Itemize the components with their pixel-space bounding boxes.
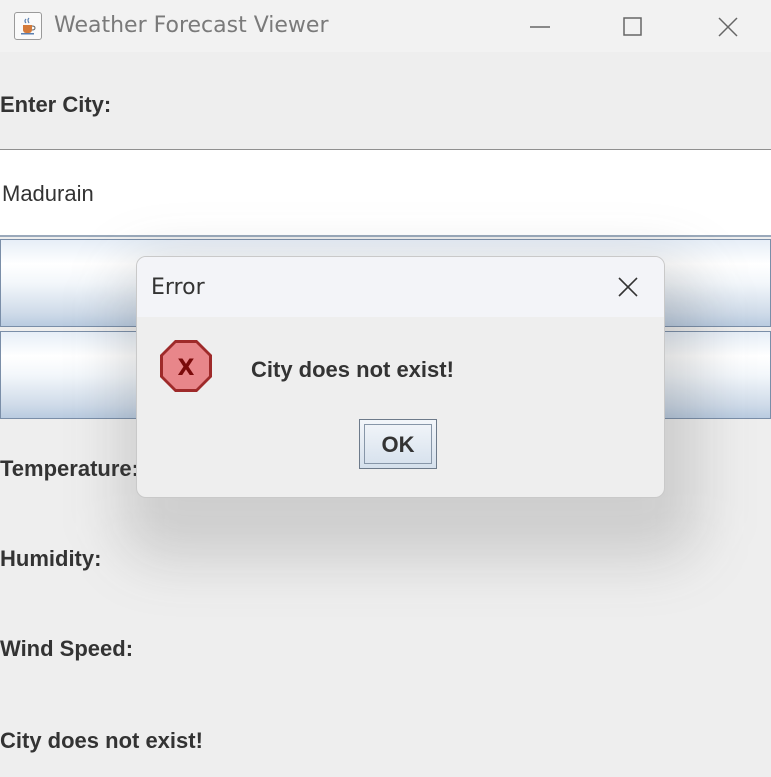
error-dialog: Error X City does not exist! OK bbox=[136, 256, 665, 498]
status-message: City does not exist! bbox=[0, 728, 203, 753]
window-close-button[interactable] bbox=[705, 10, 749, 42]
maximize-button[interactable] bbox=[610, 10, 654, 42]
city-label: Enter City: bbox=[0, 92, 112, 117]
ok-button-label: OK bbox=[364, 424, 432, 464]
dialog-close-button[interactable] bbox=[607, 271, 647, 303]
window-title-bar: Weather Forecast Viewer bbox=[0, 0, 771, 52]
svg-text:X: X bbox=[178, 356, 195, 381]
dialog-title-bar: Error bbox=[137, 257, 664, 317]
wind-speed-label: Wind Speed: bbox=[0, 636, 134, 661]
humidity-label: Humidity: bbox=[0, 546, 102, 571]
minimize-button[interactable] bbox=[517, 10, 561, 42]
ok-button[interactable]: OK bbox=[359, 419, 437, 469]
city-input[interactable]: Madurain bbox=[0, 149, 771, 237]
temperature-label: Temperature: bbox=[0, 456, 139, 481]
dialog-title: Error bbox=[151, 275, 205, 300]
dialog-message: City does not exist! bbox=[251, 357, 454, 382]
java-cup-icon bbox=[14, 12, 42, 40]
close-icon bbox=[718, 17, 738, 37]
error-icon: X bbox=[160, 340, 212, 392]
minimize-icon bbox=[530, 26, 550, 28]
window-title: Weather Forecast Viewer bbox=[54, 13, 329, 38]
close-icon bbox=[618, 277, 638, 297]
maximize-icon bbox=[623, 17, 642, 36]
